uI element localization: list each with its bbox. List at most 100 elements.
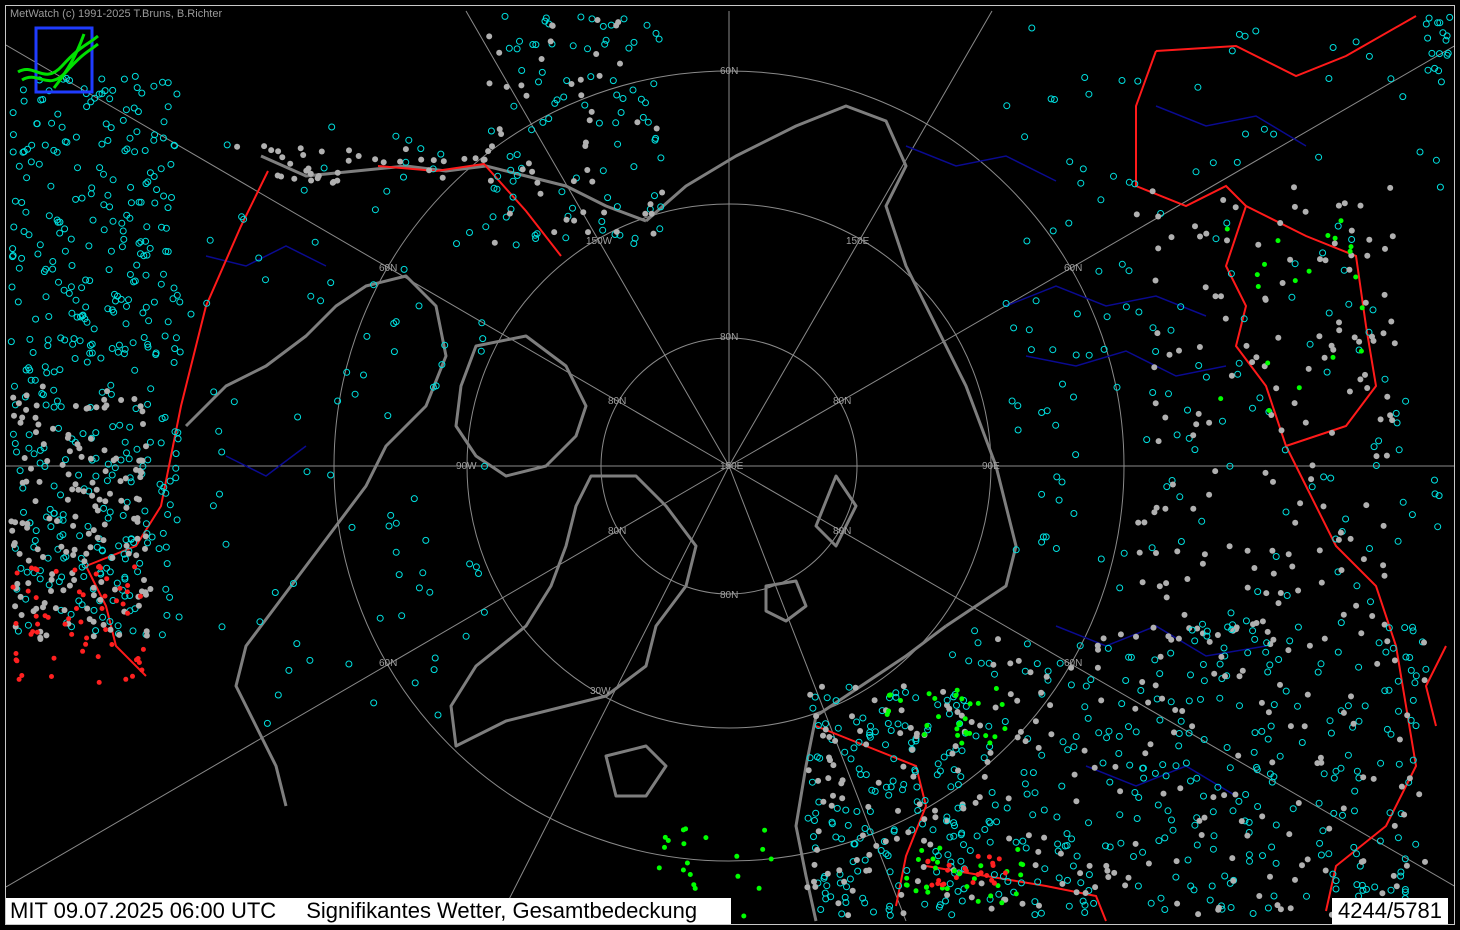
- station-marker: [30, 608, 37, 615]
- station-marker: [1084, 714, 1092, 722]
- station-marker: [63, 548, 70, 555]
- station-marker: [384, 412, 392, 420]
- station-marker: [1224, 237, 1230, 244]
- station-marker: [275, 148, 282, 155]
- station-marker: [1065, 902, 1073, 910]
- station-marker: [1169, 481, 1176, 488]
- station-marker: [426, 167, 433, 174]
- station-marker: [47, 182, 55, 190]
- label-80n-right: 80N: [833, 396, 851, 407]
- station-marker: [1210, 794, 1217, 801]
- station-marker: [1275, 600, 1282, 607]
- station-marker: [958, 897, 966, 905]
- station-marker: [102, 120, 110, 128]
- station-marker: [135, 602, 142, 609]
- station-marker: [1394, 537, 1402, 545]
- station-marker: [1150, 624, 1157, 631]
- station-marker: [274, 172, 281, 179]
- station-marker: [41, 141, 49, 149]
- station-marker: [1270, 478, 1276, 485]
- station-marker: [1175, 742, 1183, 750]
- label-60n-top: 60N: [720, 66, 738, 77]
- station-marker: [1291, 184, 1297, 191]
- station-marker: [882, 838, 889, 845]
- station-marker: [1172, 707, 1179, 713]
- station-marker: [1197, 233, 1203, 240]
- station-marker: [822, 726, 829, 733]
- station-marker: [1155, 245, 1162, 252]
- station-marker: [846, 875, 854, 883]
- station-marker: [1209, 845, 1217, 853]
- station-marker: [1348, 227, 1355, 234]
- station-marker: [1021, 667, 1029, 675]
- station-marker: [1432, 156, 1440, 164]
- station-marker: [1428, 49, 1436, 57]
- station-marker: [144, 178, 152, 186]
- weather-map[interactable]: 60N 150E 150W 60N 60N 80N 80N 80N 150E 9…: [6, 6, 1455, 925]
- station-marker: [506, 153, 514, 160]
- station-marker: [398, 612, 406, 620]
- station-marker: [539, 118, 547, 126]
- station-marker: [1175, 730, 1183, 737]
- station-marker: [402, 158, 410, 166]
- station-marker: [1270, 130, 1278, 138]
- station-marker: [1347, 535, 1354, 542]
- station-marker: [547, 38, 554, 45]
- station-marker: [1116, 584, 1124, 592]
- station-marker: [1272, 821, 1280, 829]
- station-marker: [320, 164, 328, 172]
- station-marker: [1228, 47, 1236, 55]
- station-marker: [509, 177, 517, 185]
- station-marker: [48, 576, 55, 583]
- station-marker: [75, 597, 83, 605]
- station-marker: [1326, 717, 1334, 725]
- station-marker: [993, 686, 999, 691]
- station-marker: [487, 177, 494, 184]
- siberia-coast: [645, 104, 1018, 628]
- station-marker: [1159, 695, 1166, 702]
- station-marker: [1048, 731, 1055, 738]
- station-marker: [999, 702, 1005, 707]
- station-marker: [741, 913, 747, 919]
- station-marker: [1262, 261, 1267, 267]
- station-marker: [1094, 642, 1101, 649]
- station-marker: [75, 486, 82, 493]
- station-marker: [811, 817, 818, 824]
- station-marker: [1270, 570, 1277, 577]
- station-marker: [653, 125, 660, 132]
- station-marker: [760, 846, 766, 852]
- station-marker: [850, 744, 858, 752]
- station-marker: [838, 835, 846, 843]
- station-marker: [933, 865, 938, 871]
- station-marker: [989, 877, 995, 883]
- station-marker: [11, 382, 18, 390]
- station-marker: [921, 816, 928, 823]
- station-marker: [1193, 421, 1200, 428]
- station-marker: [78, 453, 85, 460]
- station-marker: [167, 160, 175, 168]
- station-marker: [1036, 902, 1042, 909]
- station-marker: [66, 448, 73, 455]
- station-marker: [96, 496, 103, 503]
- station-marker: [86, 616, 93, 623]
- station-marker: [1275, 238, 1281, 244]
- station-marker: [1360, 556, 1367, 563]
- station-marker: [1190, 886, 1198, 894]
- station-marker: [1355, 663, 1363, 671]
- station-marker: [1095, 729, 1103, 737]
- station-marker: [510, 102, 518, 110]
- station-marker: [1309, 462, 1316, 469]
- station-marker: [36, 241, 44, 249]
- station-marker: [41, 600, 48, 606]
- station-marker: [1067, 681, 1075, 689]
- station-marker: [1161, 906, 1169, 913]
- station-marker: [90, 325, 98, 333]
- station-marker: [1340, 805, 1347, 812]
- station-marker: [102, 468, 109, 475]
- station-marker: [1224, 226, 1230, 232]
- station-marker: [173, 90, 181, 98]
- station-marker: [1057, 850, 1064, 857]
- station-marker: [120, 235, 128, 243]
- product-name: Signifikantes Wetter, Gesamtbedeckung: [306, 898, 698, 923]
- station-marker: [634, 119, 641, 126]
